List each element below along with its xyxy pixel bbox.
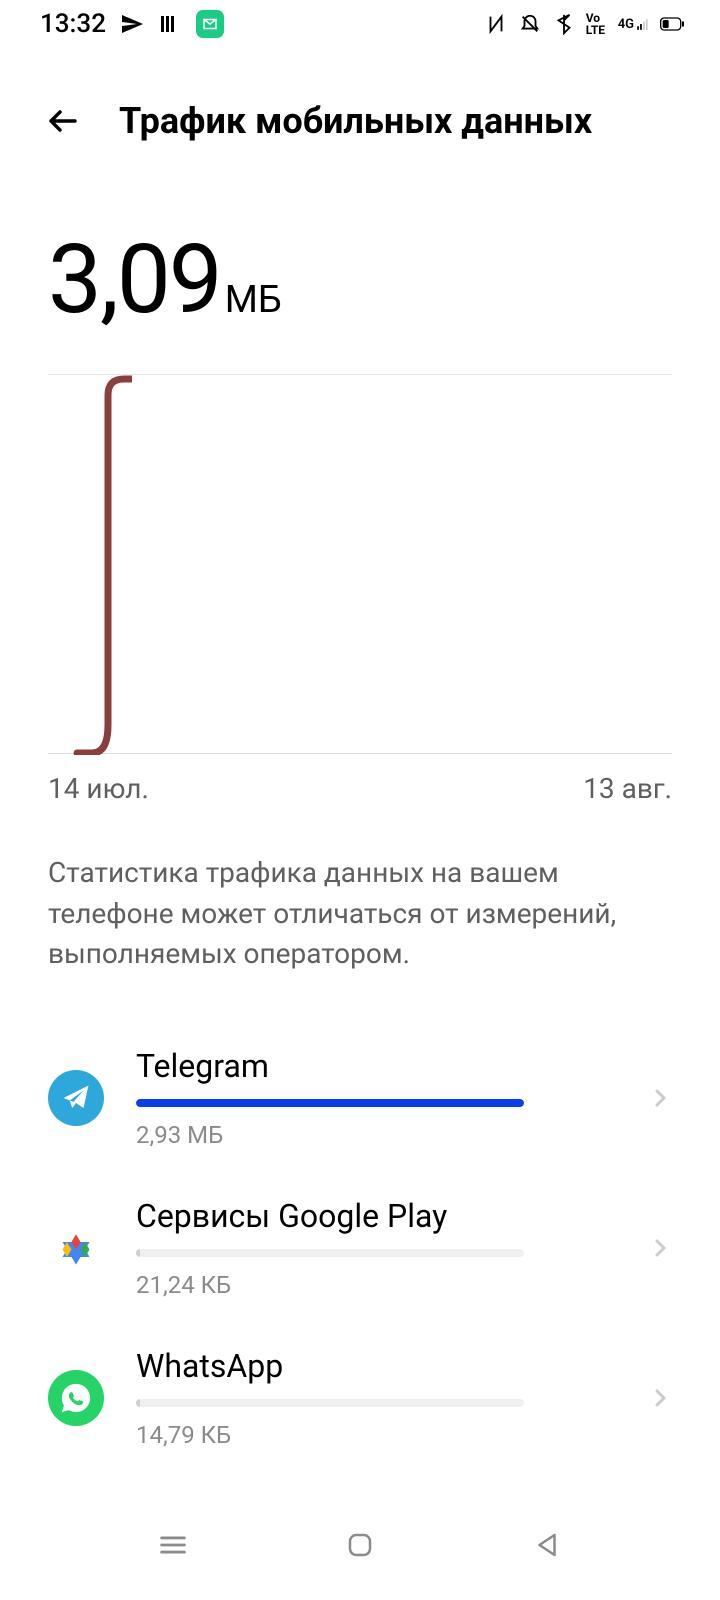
app-row-telegram[interactable]: Telegram 2,93 МБ xyxy=(48,1023,672,1173)
chevron-right-icon xyxy=(648,1086,672,1110)
volte-icon: Vo LTE xyxy=(586,12,608,36)
system-nav-bar xyxy=(0,1490,720,1600)
mail-app-icon xyxy=(196,10,224,38)
status-bar: 13:32 Vo LTE 4G xyxy=(0,0,720,48)
telegram-icon xyxy=(48,1070,104,1126)
app-usage-text: 2,93 МБ xyxy=(136,1121,616,1149)
app-usage-text: 14,79 КБ xyxy=(136,1421,616,1449)
app-usage-list: Telegram 2,93 МБ Сервисы Google Play 21,… xyxy=(0,975,720,1473)
app-name: WhatsApp xyxy=(136,1347,616,1385)
google-play-services-icon xyxy=(48,1220,104,1276)
telegram-plane-icon xyxy=(120,12,144,36)
dnd-icon xyxy=(518,12,542,36)
app-usage-text: 21,24 КБ xyxy=(136,1271,616,1299)
total-value: 3,09 xyxy=(48,224,221,336)
app-name: Telegram xyxy=(136,1047,616,1085)
nfc-icon xyxy=(484,12,508,36)
whatsapp-icon xyxy=(48,1370,104,1426)
battery-icon xyxy=(660,12,684,36)
back-nav-button[interactable] xyxy=(523,1521,571,1569)
signal-4g-icon: 4G xyxy=(618,17,650,32)
usage-chart[interactable]: 14 июл. 13 авг. xyxy=(48,374,672,805)
total-unit: МБ xyxy=(225,278,282,322)
chevron-right-icon xyxy=(648,1236,672,1260)
app-row-whatsapp[interactable]: WhatsApp 14,79 КБ xyxy=(48,1323,672,1473)
page-title: Трафик мобильных данных xyxy=(119,100,592,142)
app-usage-bar xyxy=(136,1399,524,1407)
app-row-google-play-services[interactable]: Сервисы Google Play 21,24 КБ xyxy=(48,1173,672,1323)
total-usage: 3,09МБ xyxy=(0,142,720,328)
home-button[interactable] xyxy=(336,1521,384,1569)
disclaimer-text: Статистика трафика данных на вашем телеф… xyxy=(0,805,720,975)
recent-apps-button[interactable] xyxy=(149,1521,197,1569)
back-button[interactable] xyxy=(45,103,81,139)
chevron-right-icon xyxy=(648,1386,672,1410)
bluetooth-icon xyxy=(552,12,576,36)
chart-line-icon xyxy=(72,375,132,755)
app-name: Сервисы Google Play xyxy=(136,1197,616,1235)
status-time: 13:32 xyxy=(40,9,106,39)
bars-icon xyxy=(158,12,182,36)
chart-end-label: 13 авг. xyxy=(583,772,672,805)
app-usage-bar xyxy=(136,1099,524,1107)
page-header: Трафик мобильных данных xyxy=(0,48,720,142)
chart-start-label: 14 июл. xyxy=(48,772,149,805)
app-usage-bar xyxy=(136,1249,524,1257)
